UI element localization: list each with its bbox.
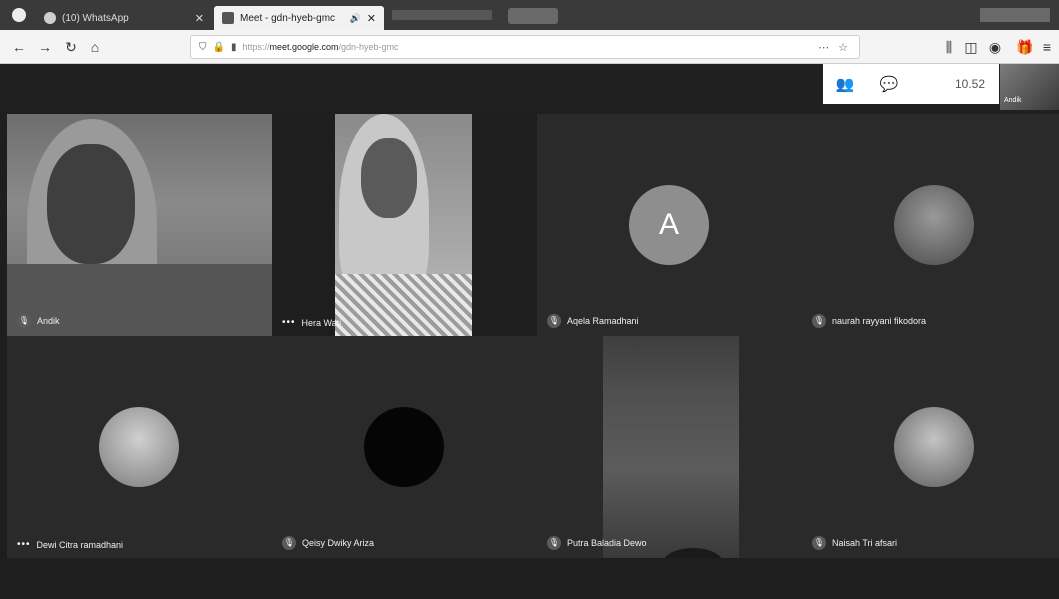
participant-name: Aqela Ramadhani [567, 316, 639, 326]
self-view-name: Andik [1004, 97, 1022, 104]
browser-tab-bar: (10) WhatsApp ✕ Meet - gdn-hyeb-gmc 🔊 ✕ [0, 0, 1059, 30]
mic-off-icon: 🎙 [282, 536, 296, 550]
close-tab-icon[interactable]: ✕ [195, 12, 204, 25]
participants-icon[interactable]: 👥 [823, 75, 867, 93]
speaking-indicator-icon: ••• [17, 539, 31, 550]
participant-label: ••• Dewi Citra ramadhani [17, 539, 123, 550]
address-bar[interactable]: ⛉ 🔒 ▮ https:// meet.google.com /gdn-hyeb… [190, 35, 860, 59]
participant-label: 🎙 Andik [17, 314, 60, 328]
meet-icon [222, 12, 234, 24]
back-icon[interactable]: ← [10, 38, 28, 56]
participant-tile[interactable]: ••• Dewi Citra ramadhani [7, 336, 272, 558]
clock-time: 10.52 [954, 77, 985, 91]
browser-logo-icon[interactable] [12, 8, 26, 22]
participant-name: Putra Baladia Dewo [567, 538, 647, 548]
mic-off-icon: 🎙 [547, 314, 561, 328]
participant-video [7, 114, 272, 336]
participant-name: Qeisy Dwiky Ariza [302, 538, 375, 548]
library-icon[interactable]: ⫼ [940, 38, 958, 56]
participant-avatar [364, 407, 444, 487]
participant-tile[interactable]: 🎙 naurah rayyani fikodora [802, 114, 1059, 336]
mic-off-icon: 🎙 [812, 314, 826, 328]
browser-nav-bar: ← → ↻ ⌂ ⛉ 🔒 ▮ https:// meet.google.com /… [0, 30, 1059, 64]
extension-icon[interactable]: ◉ [986, 38, 1004, 56]
whatsapp-icon [44, 12, 56, 24]
participant-avatar: A [629, 185, 709, 265]
sidebar-icon[interactable]: ◫ [962, 38, 980, 56]
blurred-tab[interactable] [508, 8, 558, 24]
participant-tile[interactable]: 🎙 Andik [7, 114, 272, 336]
menu-icon[interactable]: ≡ [1038, 38, 1056, 56]
home-icon[interactable]: ⌂ [86, 38, 104, 56]
participant-label: 🎙 Qeisy Dwiky Ariza [282, 536, 374, 550]
page-actions-icon[interactable]: ⋯ ☆ [818, 41, 851, 54]
self-view[interactable]: Andik [1000, 64, 1059, 110]
url-path: /gdn-hyeb-gmc [338, 42, 399, 52]
participant-tile[interactable]: 🎙 Qeisy Dwiky Ariza [272, 336, 537, 558]
participant-avatar [99, 407, 179, 487]
participant-label: 🎙 Putra Baladia Dewo [547, 536, 647, 550]
speaking-indicator-icon: ••• [282, 317, 296, 328]
participant-label: 🎙 naurah rayyani fikodora [812, 314, 926, 328]
mic-off-icon: 🎙 [547, 536, 561, 550]
meet-call-area: 👥 💬 10.52 Andik 🎙 Andik ••• Hera Wati A … [0, 64, 1059, 599]
url-prefix: https:// [242, 42, 270, 52]
participant-name: Naisah Tri afsari [832, 538, 898, 548]
close-tab-icon[interactable]: ✕ [367, 12, 376, 25]
participant-name: Dewi Citra ramadhani [36, 539, 124, 550]
tab-title: (10) WhatsApp [62, 12, 129, 24]
participant-tile[interactable]: A 🎙 Aqela Ramadhani [537, 114, 802, 336]
participant-tile[interactable]: 🎙 Putra Baladia Dewo [537, 336, 802, 558]
participant-tile[interactable]: 🎙 Naisah Tri afsari [802, 336, 1059, 558]
whats-new-icon[interactable]: 🎁 [1016, 38, 1034, 56]
meet-controls: 👥 💬 10.52 [823, 64, 999, 104]
participant-avatar [894, 407, 974, 487]
lock-icon[interactable]: 🔒 [213, 42, 225, 53]
camera-permission-icon[interactable]: ▮ [231, 42, 237, 53]
mic-off-icon: 🎙 [812, 536, 826, 550]
blurred-tab[interactable] [392, 10, 492, 20]
forward-icon[interactable]: → [36, 38, 54, 56]
participant-tile[interactable]: ••• Hera Wati [272, 114, 537, 336]
tab-whatsapp[interactable]: (10) WhatsApp ✕ [36, 6, 212, 30]
speaker-icon[interactable]: 🔊 [350, 13, 361, 24]
reload-icon[interactable]: ↻ [62, 38, 80, 56]
participant-label: ••• Hera Wati [282, 317, 341, 328]
participant-label: 🎙 Naisah Tri afsari [812, 536, 897, 550]
tab-meet[interactable]: Meet - gdn-hyeb-gmc 🔊 ✕ [214, 6, 384, 30]
participant-name: Andik [37, 316, 60, 326]
shield-icon[interactable]: ⛉ [199, 42, 207, 53]
url-host: meet.google.com [269, 42, 339, 52]
participant-avatar [894, 185, 974, 265]
blurred-window-controls[interactable] [980, 8, 1050, 22]
participant-video [603, 336, 739, 558]
chat-icon[interactable]: 💬 [867, 75, 911, 93]
participant-name: Hera Wati [301, 317, 342, 328]
participant-video [335, 114, 472, 336]
participant-name: naurah rayyani fikodora [832, 316, 927, 326]
participant-label: 🎙 Aqela Ramadhani [547, 314, 639, 328]
tab-title: Meet - gdn-hyeb-gmc [240, 12, 336, 24]
mic-off-icon: 🎙 [17, 314, 31, 328]
